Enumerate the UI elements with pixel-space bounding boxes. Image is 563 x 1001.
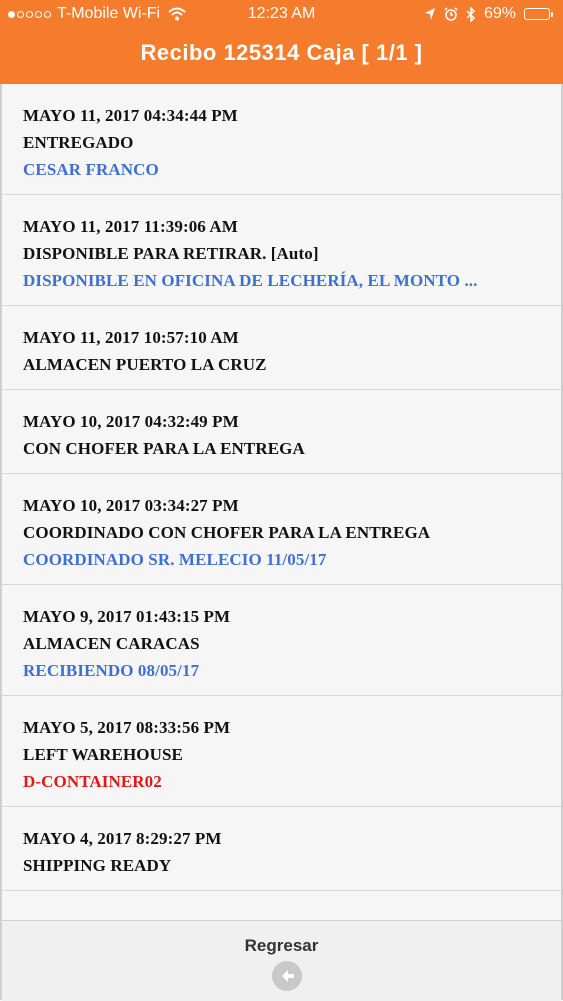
- event-date: MAYO 9, 2017 01:43:15 PM: [23, 607, 231, 626]
- event-detail: D-CONTAINER02: [23, 772, 162, 791]
- event-status: ALMACEN CARACAS: [23, 634, 200, 653]
- event-date: MAYO 4, 2017 8:29:27 PM: [23, 829, 222, 848]
- page-title: Recibo 125314 Caja [ 1/1 ]: [140, 40, 423, 65]
- arrow-left-icon: [282, 970, 294, 982]
- event-status: ENTREGADO: [23, 133, 134, 152]
- list-item[interactable]: MAYO 10, 2017 03:34:27 PM COORDINADO CON …: [2, 474, 561, 585]
- list-item[interactable]: MAYO 11, 2017 11:39:06 AM DISPONIBLE PARA…: [2, 195, 561, 306]
- event-detail: DISPONIBLE EN OFICINA DE LECHERÍA, EL MO…: [23, 271, 478, 290]
- event-detail: CESAR FRANCO: [23, 160, 159, 179]
- event-date: MAYO 11, 2017 11:39:06 AM: [23, 217, 238, 236]
- tracking-event-list: MAYO 11, 2017 04:34:44 PM ENTREGADO CESAR …: [2, 84, 561, 891]
- list-item[interactable]: MAYO 11, 2017 04:34:44 PM ENTREGADO CESAR …: [2, 84, 561, 195]
- battery-icon: [524, 8, 553, 20]
- event-detail: COORDINADO SR. MELECIO 11/05/17: [23, 550, 327, 569]
- back-button[interactable]: [272, 961, 302, 991]
- list-item[interactable]: MAYO 5, 2017 08:33:56 PM LEFT WAREHOUSE D-…: [2, 696, 561, 807]
- location-arrow-icon: [424, 8, 435, 20]
- battery-percent: 69%: [483, 5, 516, 22]
- list-item[interactable]: MAYO 11, 2017 10:57:10 AM ALMACEN PUERTO …: [2, 306, 561, 390]
- event-date: MAYO 10, 2017 04:32:49 PM: [23, 412, 239, 431]
- event-status: COORDINADO CON CHOFER PARA LA ENTREGA: [23, 523, 431, 542]
- app-header: T-Mobile Wi-Fi 12:23 AM 69% Recibo 12531…: [0, 0, 563, 84]
- list-item[interactable]: MAYO 9, 2017 01:43:15 PM ALMACEN CARACAS R…: [2, 585, 561, 696]
- event-status: ALMACEN PUERTO LA CRUZ: [23, 355, 267, 374]
- event-date: MAYO 5, 2017 08:33:56 PM: [23, 718, 231, 737]
- list-item[interactable]: MAYO 4, 2017 8:29:27 PM SHIPPING READY: [2, 807, 561, 891]
- list-item[interactable]: MAYO 10, 2017 04:32:49 PM CON CHOFER PARA…: [2, 390, 561, 474]
- event-date: MAYO 11, 2017 10:57:10 AM: [23, 328, 239, 347]
- event-status: DISPONIBLE PARA RETIRAR. [Auto]: [23, 244, 319, 263]
- footer-bar: Regresar: [2, 920, 561, 1001]
- back-button-label[interactable]: Regresar: [2, 936, 561, 956]
- event-date: MAYO 10, 2017 03:34:27 PM: [23, 496, 239, 515]
- alarm-icon: [444, 7, 458, 21]
- event-status: LEFT WAREHOUSE: [23, 745, 183, 764]
- event-date: MAYO 11, 2017 04:34:44 PM: [23, 106, 238, 125]
- bluetooth-icon: [466, 6, 476, 22]
- event-status: SHIPPING READY: [23, 856, 172, 875]
- event-detail: RECIBIENDO 08/05/17: [23, 661, 200, 680]
- status-bar: T-Mobile Wi-Fi 12:23 AM 69%: [0, 0, 563, 30]
- event-status: CON CHOFER PARA LA ENTREGA: [23, 439, 305, 458]
